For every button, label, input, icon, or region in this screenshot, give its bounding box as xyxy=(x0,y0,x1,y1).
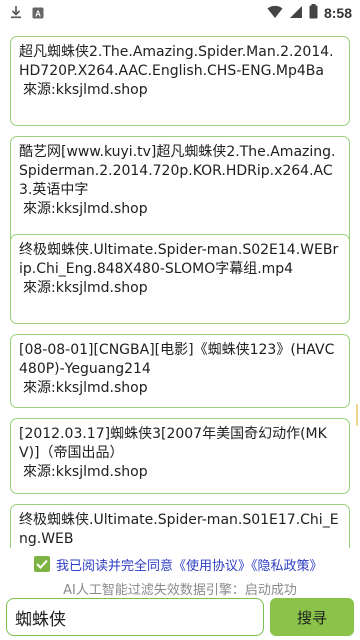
result-source: 來源:kksjlmd.shop xyxy=(23,380,148,396)
result-title: 终极蜘蛛侠.Ultimate.Spider-man.S01E17.Chi_Eng… xyxy=(19,512,339,547)
result-card[interactable]: 终极蜘蛛侠.Ultimate.Spider-man.S02E14.WEBrip.… xyxy=(10,234,350,324)
result-title: [2012.03.17]蜘蛛侠3[2007年美国奇幻动作(MKV)]（帝国出品） xyxy=(19,426,327,461)
signal-icon xyxy=(289,4,303,23)
download-icon xyxy=(10,4,22,23)
scroll-indicator[interactable] xyxy=(356,404,358,426)
result-title: 酷艺网[www.kuyi.tv]超凡蜘蛛侠2.The.Amazing.Spide… xyxy=(19,144,336,198)
search-input[interactable]: 蜘蛛侠 xyxy=(6,598,264,636)
status-bar: A 8:58 xyxy=(0,0,360,26)
status-right-icons: 8:58 xyxy=(267,0,352,26)
result-card[interactable]: [08-08-01][CNGBA][电影]《蜘蛛侠123》(HAVC480P)-… xyxy=(10,334,350,408)
agreement-row[interactable]: 我已阅读并完全同意《使用协议》《隐私政策》 xyxy=(34,553,323,575)
agreement-checkbox[interactable] xyxy=(34,556,50,572)
result-source: 來源:kksjlmd.shop xyxy=(23,280,148,296)
search-button[interactable]: 搜寻 xyxy=(270,598,354,636)
result-card[interactable]: [2012.03.17]蜘蛛侠3[2007年美国奇幻动作(MKV)]（帝国出品）… xyxy=(10,418,350,494)
result-title: 终极蜘蛛侠.Ultimate.Spider-man.S02E14.WEBrip.… xyxy=(19,242,339,277)
agreement-text[interactable]: 我已阅读并完全同意《使用协议》《隐私政策》 xyxy=(56,555,323,574)
result-title: [08-08-01][CNGBA][电影]《蜘蛛侠123》(HAVC480P)-… xyxy=(19,342,335,377)
results-list[interactable]: 超凡蜘蛛侠2.The.Amazing.Spider.Man.2.2014.HD7… xyxy=(0,26,360,548)
status-clock: 8:58 xyxy=(323,5,352,21)
result-source: 來源:kksjlmd.shop xyxy=(23,82,148,98)
svg-text:A: A xyxy=(35,9,41,18)
result-source: 來源:kksjlmd.shop xyxy=(23,464,148,480)
checkmark-icon xyxy=(36,559,48,569)
result-card[interactable]: 酷艺网[www.kuyi.tv]超凡蜘蛛侠2.The.Amazing.Spide… xyxy=(10,136,350,250)
result-source: 來源:kksjlmd.shop xyxy=(23,201,148,217)
engine-status-text: AI人工智能过滤失效数据引擎：启动成功 xyxy=(63,583,297,598)
notification-a-icon: A xyxy=(32,4,44,23)
result-title: 超凡蜘蛛侠2.The.Amazing.Spider.Man.2.2014.HD7… xyxy=(19,44,334,79)
result-card[interactable]: 终极蜘蛛侠.Ultimate.Spider-man.S01E17.Chi_Eng… xyxy=(10,504,350,548)
wifi-icon xyxy=(267,4,283,23)
status-left-icons: A xyxy=(0,4,44,23)
battery-icon xyxy=(309,3,318,23)
result-card[interactable]: 超凡蜘蛛侠2.The.Amazing.Spider.Man.2.2014.HD7… xyxy=(10,36,350,126)
